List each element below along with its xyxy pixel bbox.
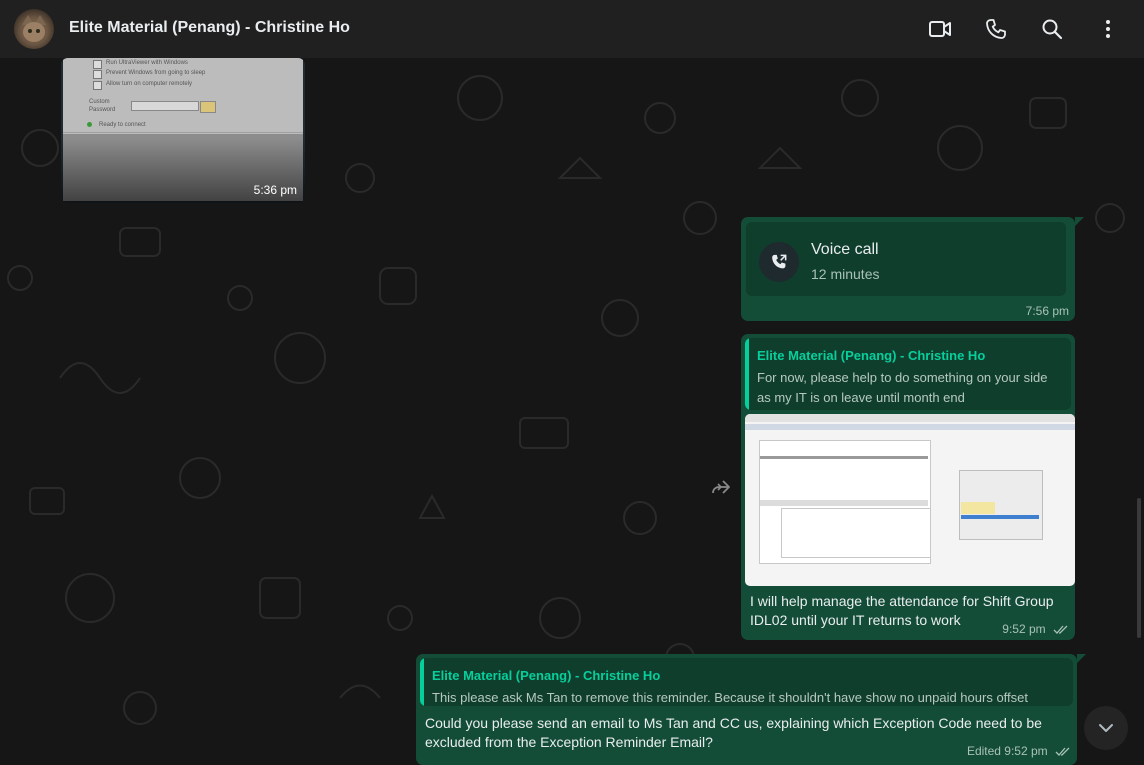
message-text: Could you please send an email to Ms Tan… (425, 714, 1042, 752)
screenshot-checkbox (93, 60, 102, 69)
read-receipt-icon (1055, 747, 1070, 756)
avatar-cat-face (23, 22, 45, 42)
quoted-message[interactable]: Elite Material (Penang) - Christine Ho T… (420, 658, 1073, 706)
voice-call-card[interactable]: Voice call 12 minutes (746, 222, 1066, 296)
chat-title[interactable]: Elite Material (Penang) - Christine Ho (69, 19, 350, 37)
screenshot-divider (63, 132, 303, 133)
contact-avatar[interactable] (14, 9, 54, 49)
screenshot-text: Run UltraViewer with Windows (106, 60, 188, 66)
message-text-line: excluded from the Exception Reminder Ema… (425, 734, 713, 750)
message-text-line: I will help manage the attendance for Sh… (750, 593, 1054, 609)
screenshot-password-box (131, 101, 199, 111)
quoted-text: This please ask Ms Tan to remove this re… (432, 690, 1029, 705)
screenshot-checkbox (93, 81, 102, 90)
chat-area[interactable]: Run UltraViewer with Windows Prevent Win… (0, 58, 1144, 765)
quote-accent-bar (745, 338, 749, 410)
chat-scrollbar[interactable] (1137, 498, 1141, 638)
thumb-yellow-rows (961, 502, 995, 514)
incoming-image-message[interactable]: Run UltraViewer with Windows Prevent Win… (61, 58, 305, 203)
menu-icon[interactable] (1096, 17, 1120, 41)
read-receipt-icon (1053, 625, 1068, 634)
message-time: 7:56 pm (1025, 304, 1069, 318)
voice-call-icon[interactable] (984, 17, 1008, 41)
thumb-inner-pane (781, 508, 931, 558)
call-duration: 12 minutes (811, 266, 880, 282)
attached-screenshot[interactable] (745, 414, 1075, 586)
thumb-selected-row (961, 515, 1039, 519)
screenshot-key-button (200, 101, 216, 113)
message-meta: 9:52 pm (1002, 622, 1069, 636)
screenshot-text: Password (89, 107, 116, 113)
thumb-subheader (760, 500, 928, 506)
screenshot-text: Prevent Windows from going to sleep (106, 70, 206, 76)
screenshot-text: Ready to connect (99, 122, 146, 128)
quoted-message[interactable]: Elite Material (Penang) - Christine Ho F… (745, 338, 1071, 410)
quote-accent-bar (420, 658, 424, 706)
outgoing-reply-message[interactable]: Elite Material (Penang) - Christine Ho T… (416, 654, 1077, 765)
screenshot-text: Allow turn on computer remotely (106, 81, 193, 87)
call-title: Voice call (811, 241, 879, 258)
quoted-text-line: For now, please help to do something on … (757, 370, 1048, 385)
thumb-text-row (760, 456, 928, 459)
thumb-toolbar (745, 414, 1075, 422)
avatar-cat-eye (36, 29, 40, 33)
message-text-line: Could you please send an email to Ms Tan… (425, 715, 1042, 731)
voice-call-message[interactable]: Voice call 12 minutes 7:56 pm (741, 217, 1075, 321)
bubble-tail (1077, 654, 1086, 663)
quoted-text: For now, please help to do something on … (757, 368, 1048, 408)
outgoing-reply-message[interactable]: Elite Material (Penang) - Christine Ho F… (741, 334, 1075, 640)
avatar-cat-eye (28, 29, 32, 33)
outgoing-call-icon (759, 242, 799, 282)
screenshot-checkbox (93, 70, 102, 79)
scroll-to-bottom-button[interactable] (1084, 706, 1128, 750)
chevron-down-icon (1099, 724, 1113, 732)
message-time: 5:36 pm (253, 183, 297, 197)
quoted-sender: Elite Material (Penang) - Christine Ho (757, 348, 986, 363)
chat-header: Elite Material (Penang) - Christine Ho (0, 0, 1144, 58)
message-time: Edited 9:52 pm (966, 744, 1048, 758)
screenshot-text: Custom (89, 99, 110, 105)
bubble-tail (1075, 217, 1084, 226)
search-icon[interactable] (1040, 17, 1064, 41)
message-time: 9:52 pm (1002, 622, 1046, 636)
quoted-text-line: as my IT is on leave until month end (757, 390, 965, 405)
video-call-icon[interactable] (928, 17, 952, 41)
quoted-sender: Elite Material (Penang) - Christine Ho (432, 668, 661, 683)
forward-icon[interactable] (710, 476, 732, 498)
thumb-tabbar (745, 424, 1075, 430)
screenshot-status-dot (87, 122, 92, 127)
message-meta: Edited 9:52 pm (967, 744, 1071, 758)
